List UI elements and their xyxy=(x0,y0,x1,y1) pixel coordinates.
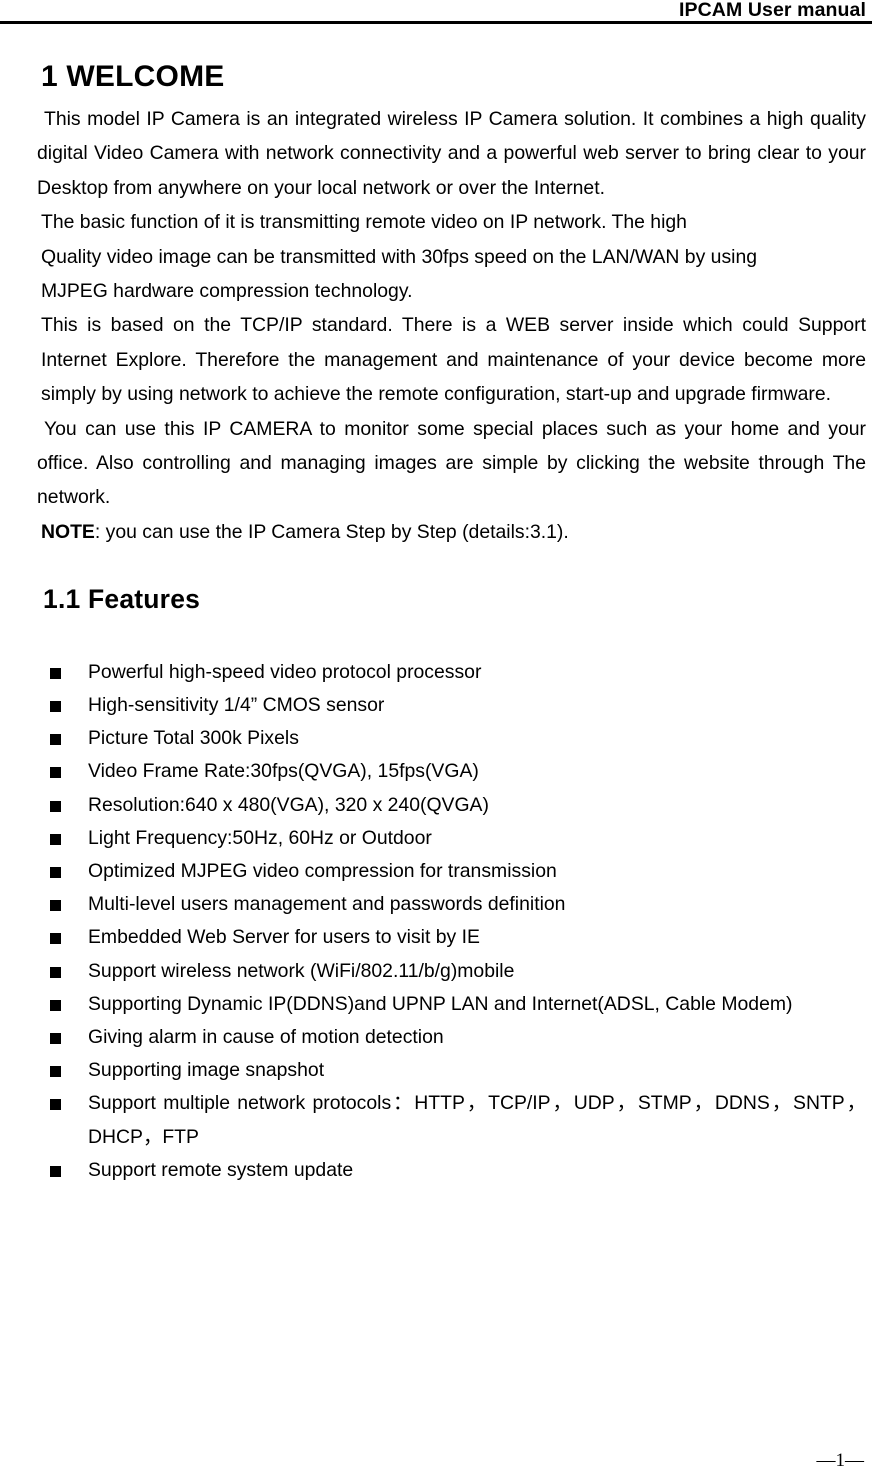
paragraph-basic-line-2: Quality video image can be transmitted w… xyxy=(41,240,866,274)
paragraph-basic-line-3: MJPEG hardware compression technology. xyxy=(41,274,866,308)
bullet-square-icon xyxy=(50,767,61,779)
list-item: Giving alarm in cause of motion detectio… xyxy=(0,1021,872,1054)
list-item: High-sensitivity 1/4” CMOS sensor xyxy=(0,689,872,722)
bullet-square-icon xyxy=(50,800,61,812)
bullet-square-icon xyxy=(50,966,61,978)
page-header: IPCAM User manual xyxy=(0,0,872,24)
bullet-square-icon xyxy=(50,933,61,945)
list-item-label: Optimized MJPEG video compression for tr… xyxy=(88,860,557,882)
bullet-square-icon xyxy=(50,700,61,712)
note-line: NOTE: you can use the IP Camera Step by … xyxy=(41,515,866,549)
bullet-square-icon xyxy=(50,734,61,746)
list-item-label: Supporting Dynamic IP(DDNS)and UPNP LAN … xyxy=(88,992,793,1015)
list-item: Supporting image snapshot xyxy=(0,1054,872,1087)
note-text: : you can use the IP Camera Step by Step… xyxy=(94,520,569,543)
list-item-label: Light Frequency:50Hz, 60Hz or Outdoor xyxy=(88,826,432,849)
list-item-label: Embedded Web Server for users to visit b… xyxy=(88,926,480,949)
document-page: IPCAM User manual 1 WELCOME This model I… xyxy=(0,0,872,1478)
paragraph-intro-text: This model IP Camera is an integrated wi… xyxy=(37,108,866,199)
bullet-square-icon xyxy=(50,1033,61,1045)
list-item: Multi-level users management and passwor… xyxy=(0,888,872,921)
page-footer: —1— xyxy=(0,1446,872,1472)
list-item-label: Giving alarm in cause of motion detectio… xyxy=(88,1026,444,1049)
list-item: Optimized MJPEG video compression for tr… xyxy=(0,855,872,888)
list-item: Resolution:640 x 480(VGA), 320 x 240(QVG… xyxy=(0,789,872,822)
list-item-label: Picture Total 300k Pixels xyxy=(88,727,299,750)
list-item-label: Support wireless network (WiFi/802.11/b/… xyxy=(88,959,515,982)
paragraph-basic-line-1-text: The basic function of it is transmitting… xyxy=(41,211,687,234)
paragraph-monitor: You can use this IP CAMERA to monitor so… xyxy=(37,412,866,515)
bullet-square-icon xyxy=(50,833,61,845)
list-item: Powerful high-speed video protocol proce… xyxy=(0,656,872,689)
paragraph-monitor-text: You can use this IP CAMERA to monitor so… xyxy=(37,417,866,509)
list-item-label: Powerful high-speed video protocol proce… xyxy=(88,660,482,683)
paragraph-basic-line-3-text: MJPEG hardware compression technology. xyxy=(41,280,413,303)
bullet-square-icon xyxy=(50,900,61,912)
list-item-label: Supporting image snapshot xyxy=(88,1059,325,1082)
list-item-label: Resolution:640 x 480(VGA), 320 x 240(QVG… xyxy=(88,793,489,816)
bullet-square-icon xyxy=(50,1165,61,1177)
list-item: Support wireless network (WiFi/802.11/b/… xyxy=(0,955,872,988)
list-item-label: Support multiple network protocols：HTTP，… xyxy=(88,1092,866,1148)
list-item-label: Video Frame Rate:30fps(QVGA), 15fps(VGA) xyxy=(88,760,479,783)
list-item: Embedded Web Server for users to visit b… xyxy=(0,921,872,954)
header-title: IPCAM User manual xyxy=(679,0,866,21)
features-list: Powerful high-speed video protocol proce… xyxy=(0,656,872,1187)
list-item-label: Support remote system update xyxy=(88,1158,354,1181)
list-item: Light Frequency:50Hz, 60Hz or Outdoor xyxy=(0,822,872,855)
bullet-square-icon xyxy=(50,667,61,679)
list-item: Video Frame Rate:30fps(QVGA), 15fps(VGA) xyxy=(0,755,872,788)
paragraph-basic-line-2-text: Quality video image can be transmitted w… xyxy=(41,245,758,268)
note-label: NOTE xyxy=(41,520,95,543)
list-item-label: Multi-level users management and passwor… xyxy=(88,893,566,916)
bullet-square-icon xyxy=(50,999,61,1011)
page-content: 1 WELCOME This model IP Camera is an int… xyxy=(0,24,872,1187)
list-item: Supporting Dynamic IP(DDNS)and UPNP LAN … xyxy=(0,988,872,1021)
paragraph-intro: This model IP Camera is an integrated wi… xyxy=(37,102,866,205)
page-number: —1— xyxy=(816,1450,865,1471)
bullet-square-icon xyxy=(50,867,61,878)
section-heading-welcome: 1 WELCOME xyxy=(41,60,225,93)
list-item-label: High-sensitivity 1/4” CMOS sensor xyxy=(88,693,385,716)
bullet-square-icon xyxy=(50,1066,61,1078)
list-item: Support remote system update xyxy=(0,1154,872,1187)
bullet-square-icon xyxy=(50,1099,61,1111)
list-item: Support multiple network protocols：HTTP，… xyxy=(0,1087,872,1153)
paragraph-basic-line-1: The basic function of it is transmitting… xyxy=(41,205,866,239)
paragraph-tcpip-text: This is based on the TCP/IP standard. Th… xyxy=(41,314,866,406)
list-item: Picture Total 300k Pixels xyxy=(0,722,872,755)
paragraph-tcpip: This is based on the TCP/IP standard. Th… xyxy=(41,308,866,411)
section-heading-features: 1.1 Features xyxy=(43,584,201,615)
